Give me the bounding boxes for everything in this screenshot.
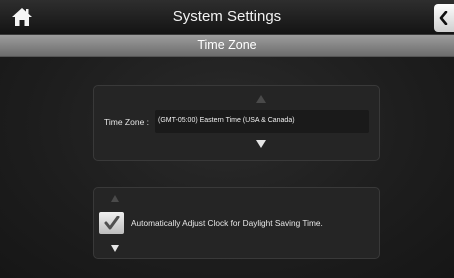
time-zone-selector[interactable]: (GMT-05:00) Eastern Time (USA & Canada): [155, 110, 369, 133]
arrow-down-icon[interactable]: [255, 139, 267, 149]
time-zone-label: Time Zone :: [104, 117, 150, 127]
title-bar: System Settings: [0, 0, 454, 35]
chevron-left-icon: [439, 11, 448, 25]
checkmark-icon: [104, 216, 119, 230]
section-header: Time Zone: [0, 35, 454, 57]
daylight-saving-panel: Automatically Adjust Clock for Daylight …: [93, 187, 380, 259]
time-zone-panel: Time Zone : (GMT-05:00) Eastern Time (US…: [93, 85, 380, 161]
section-title: Time Zone: [197, 38, 257, 52]
daylight-saving-checkbox[interactable]: [99, 212, 124, 234]
time-zone-value: (GMT-05:00) Eastern Time (USA & Canada): [158, 117, 295, 124]
page-title: System Settings: [172, 8, 282, 25]
arrow-up-icon[interactable]: [255, 94, 267, 104]
screen: System Settings Time Zone Time Zone : (G…: [0, 0, 454, 278]
back-button[interactable]: [434, 4, 454, 32]
arrow-down-icon[interactable]: [110, 244, 120, 253]
arrow-up-icon[interactable]: [110, 194, 120, 203]
daylight-saving-label: Automatically Adjust Clock for Daylight …: [131, 218, 323, 228]
